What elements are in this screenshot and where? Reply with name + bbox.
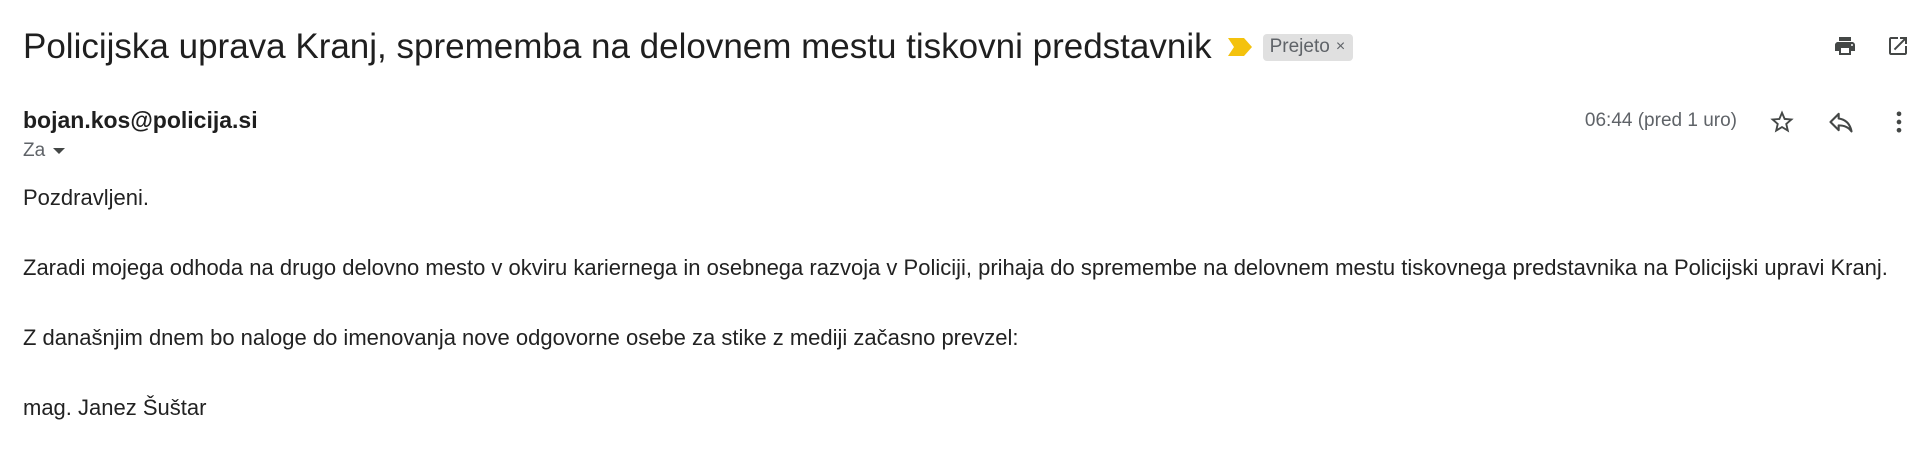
email-body: Pozdravljeni. Zaradi mojega odhoda na dr… (23, 180, 1903, 460)
more-vert-icon[interactable] (1883, 106, 1915, 138)
email-subject: Policijska uprava Kranj, sprememba na de… (23, 27, 1212, 66)
reply-icon[interactable] (1825, 106, 1857, 138)
chevron-down-icon (53, 148, 66, 154)
subject-row: Policijska uprava Kranj, sprememba na de… (23, 22, 1354, 72)
recipients-dropdown[interactable]: Za (23, 140, 66, 162)
body-paragraph: Z današnjim dnem bo naloge do imenovanja… (23, 325, 1019, 350)
importance-marker-icon[interactable] (1227, 38, 1252, 56)
print-icon[interactable] (1831, 32, 1859, 60)
star-icon[interactable] (1766, 106, 1798, 138)
body-greeting: Pozdravljeni. (23, 185, 149, 210)
label-remove-button[interactable]: × (1336, 38, 1345, 56)
open-in-new-window-icon[interactable] (1884, 32, 1912, 60)
body-paragraph: Zaradi mojega odhoda na drugo delovno me… (23, 255, 1888, 280)
body-paragraph: mag. Janez Šuštar (23, 395, 207, 420)
email-timestamp: 06:44 (pred 1 uro) (1584, 110, 1737, 131)
sender-email[interactable]: bojan.kos@policija.si (23, 107, 258, 134)
label-chip-text: Prejeto (1269, 36, 1330, 57)
label-chip-inbox[interactable]: Prejeto × (1262, 33, 1354, 61)
recipients-label: Za (23, 140, 46, 161)
